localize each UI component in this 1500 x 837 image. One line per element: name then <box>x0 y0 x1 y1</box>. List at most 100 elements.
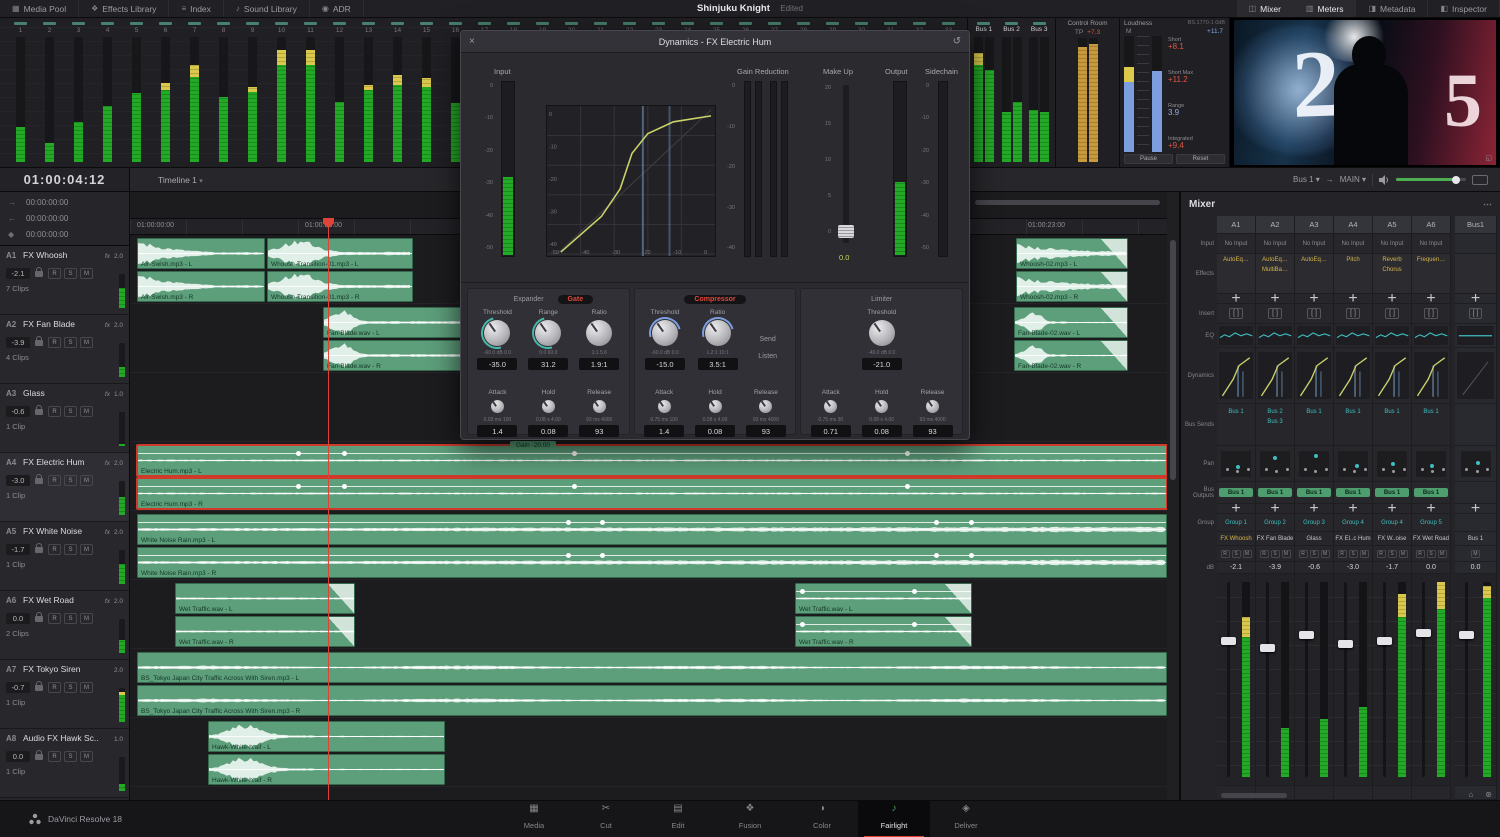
mixer-cell-sends[interactable] <box>1455 404 1496 446</box>
threshold-value[interactable]: -35.0 <box>477 358 518 370</box>
track-header-a6[interactable]: A6 FX Wet Road fx 2.0 0.0 R S M 2 Clips <box>0 591 129 660</box>
solo-button[interactable]: S <box>64 406 77 417</box>
track-header-a2[interactable]: A2 FX Fan Blade fx 2.0 -3.9 R S M 4 Clips <box>0 315 129 384</box>
solo-button[interactable]: S <box>64 751 77 762</box>
add-icon[interactable]: + <box>1217 504 1255 514</box>
solo-button[interactable]: S <box>1387 549 1397 558</box>
fader-area[interactable] <box>1334 574 1372 786</box>
effect-name[interactable]: AutoEq… <box>1301 256 1327 266</box>
page-tab-media[interactable]: ▦ Media <box>498 800 570 837</box>
fader-handle[interactable] <box>1221 636 1236 645</box>
mixer-cell-busout[interactable] <box>1455 482 1496 504</box>
audio-clip[interactable]: Fan-Blade.wav - R <box>323 340 461 371</box>
track-gain-value[interactable]: -0.6 <box>6 406 30 417</box>
mixer-cell-pan[interactable] <box>1334 446 1372 482</box>
effect-name[interactable]: AutoEq… <box>1262 256 1288 266</box>
audio-clip[interactable]: Air-Swish.mp3 - R <box>137 271 265 302</box>
range-value[interactable]: 31.2 <box>528 358 569 370</box>
dynamics-thumbnail[interactable] <box>1256 348 1294 404</box>
attack-value[interactable]: 1.4 <box>477 425 518 437</box>
strip-track-name[interactable]: FX Whoosh <box>1217 532 1255 546</box>
fader-handle[interactable] <box>1260 643 1275 652</box>
speaker-icon[interactable] <box>1379 174 1390 185</box>
threshold-value[interactable]: -15.0 <box>644 358 685 370</box>
eq-thumbnail[interactable] <box>1412 324 1450 348</box>
pan-control[interactable] <box>1260 450 1290 477</box>
bus-send[interactable]: Bus 1 <box>1228 407 1243 417</box>
release-value[interactable]: 93 <box>745 425 786 437</box>
add-icon[interactable]: + <box>1412 294 1450 304</box>
automation-point[interactable] <box>342 483 347 489</box>
fader-handle[interactable] <box>1416 629 1431 638</box>
strip-header[interactable]: A6 <box>1412 216 1450 234</box>
bus-send[interactable]: Bus 1 <box>1384 407 1399 417</box>
attack-knob[interactable] <box>656 398 673 415</box>
mixer-cell-insert[interactable]: [ ] <box>1217 304 1255 324</box>
automation-point[interactable] <box>800 588 805 594</box>
timecode-display[interactable]: 01:00:04:12 <box>0 168 130 191</box>
mixer-cell-fx[interactable]: AutoEq… <box>1217 254 1255 294</box>
group-assignment[interactable]: Group 4 <box>1373 514 1411 532</box>
send-option[interactable]: Send <box>759 336 775 343</box>
arm-button[interactable]: R <box>1259 549 1269 558</box>
mixer-cell-sends[interactable]: Bus 1 <box>1373 404 1411 446</box>
strip-header[interactable]: A2 <box>1256 216 1294 234</box>
dynamics-thumbnail[interactable] <box>1334 348 1372 404</box>
effect-name[interactable]: Chorus <box>1382 266 1401 276</box>
audio-clip[interactable]: White Noise Rain.mp3 - R <box>137 547 1167 578</box>
automation-point[interactable] <box>969 519 974 525</box>
automation-point[interactable] <box>600 519 605 525</box>
arm-button[interactable]: R <box>1220 549 1230 558</box>
insert-icon[interactable]: [ ] <box>1229 308 1243 319</box>
listen-option[interactable]: Listen <box>758 353 777 360</box>
strip-header[interactable]: A5 <box>1373 216 1411 234</box>
fader-db-value[interactable]: -3.0 <box>1334 562 1372 574</box>
automation-point[interactable] <box>934 519 939 525</box>
fader-db-value[interactable]: 0.0 <box>1455 562 1496 574</box>
monitor-dest-select[interactable]: MAIN ▾ <box>1340 175 1366 184</box>
page-tab-deliver[interactable]: ◈ Deliver <box>930 800 1002 837</box>
dialog-titlebar[interactable]: × Dynamics - FX Electric Hum ↺ <box>461 31 969 53</box>
track-name[interactable]: Glass <box>23 388 101 398</box>
fade-out-handle[interactable] <box>1101 341 1127 370</box>
mixer-cell-busout[interactable]: Bus 1 <box>1412 482 1450 504</box>
bus-send[interactable]: Bus 3 <box>1267 417 1282 427</box>
lock-icon[interactable] <box>35 542 43 553</box>
mute-button[interactable]: M <box>80 475 93 486</box>
automation-point[interactable] <box>969 552 974 558</box>
hold-knob[interactable] <box>707 398 724 415</box>
automation-point[interactable] <box>296 450 301 456</box>
fader-area[interactable] <box>1373 574 1411 786</box>
automation-point[interactable] <box>800 621 805 627</box>
fade-out-handle[interactable] <box>1101 239 1127 268</box>
mute-button[interactable]: M <box>80 337 93 348</box>
audio-clip[interactable]: Electric Hum.mp3 - R <box>137 478 1167 509</box>
eq-thumbnail[interactable] <box>1373 324 1411 348</box>
mixer-cell-pan[interactable] <box>1256 446 1294 482</box>
mute-button[interactable]: M <box>80 406 93 417</box>
mixer-cell-rsm[interactable]: M <box>1455 546 1496 562</box>
fader-db-value[interactable]: -0.6 <box>1295 562 1333 574</box>
mixer-cell-rsm[interactable]: RSM <box>1412 546 1450 562</box>
reset-button[interactable]: Reset <box>1176 154 1225 164</box>
makeup-slider[interactable] <box>843 85 849 243</box>
effect-name[interactable]: MultiBa… <box>1262 266 1288 276</box>
audio-clip[interactable]: Fan-Blade-02.wav - R <box>1014 340 1128 371</box>
strip-header[interactable]: Bus1 <box>1455 216 1496 234</box>
mixer-cell-busout[interactable]: Bus 1 <box>1373 482 1411 504</box>
attack-value[interactable]: 0.71 <box>810 425 851 437</box>
insert-icon[interactable]: [ ] <box>1424 308 1438 319</box>
fader-area[interactable] <box>1455 574 1496 786</box>
automation-point[interactable] <box>572 483 577 489</box>
timeline-selector[interactable]: Timeline 1 ▾ <box>158 175 203 185</box>
arm-button[interactable]: R <box>1337 549 1347 558</box>
close-icon[interactable]: × <box>469 36 475 47</box>
mute-button[interactable]: M <box>1398 549 1408 558</box>
lock-icon[interactable] <box>35 404 43 415</box>
mixer-cell-fx[interactable]: Frequen… <box>1412 254 1450 294</box>
audio-clip[interactable]: White Noise Rain.mp3 - L <box>137 514 1167 545</box>
solo-button[interactable]: S <box>64 544 77 555</box>
effect-name[interactable]: Pitch <box>1346 256 1359 266</box>
mixer-cell-pan[interactable] <box>1412 446 1450 482</box>
fader-handle[interactable] <box>1338 640 1353 649</box>
